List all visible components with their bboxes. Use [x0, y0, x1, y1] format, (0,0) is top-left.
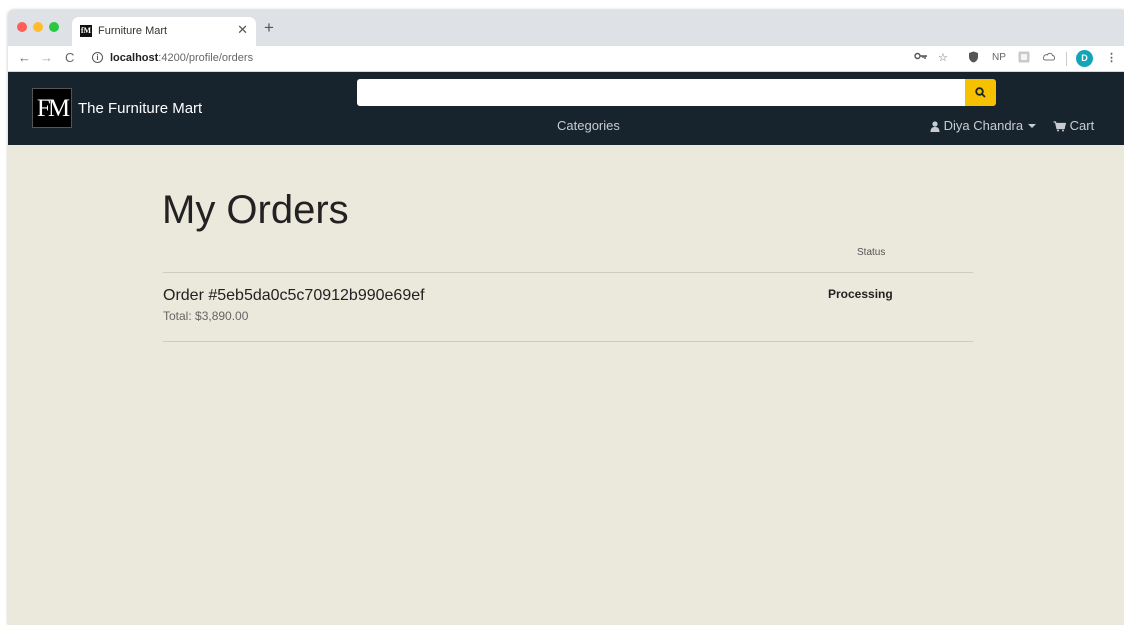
browser-window: fM Furniture Mart ✕ + ← → C i localhost:… [8, 10, 1124, 625]
user-icon [930, 121, 940, 132]
brand-logo[interactable]: FM [32, 88, 72, 128]
user-menu-dropdown[interactable]: Diya Chandra [930, 118, 1037, 133]
shield-extension-icon[interactable] [968, 51, 979, 67]
cart-link[interactable]: Cart [1053, 118, 1094, 133]
cloud-extension-icon[interactable] [1042, 51, 1056, 65]
search-input[interactable] [357, 79, 965, 106]
orders-page: My Orders Status Order #5eb5da0c5c70912b… [8, 145, 1124, 625]
tab-strip: fM Furniture Mart ✕ + [8, 10, 1124, 46]
key-icon[interactable] [914, 51, 928, 65]
search-icon [975, 87, 986, 98]
back-arrow-icon[interactable]: ← [18, 50, 31, 66]
order-total: Total: $3,890.00 [163, 309, 249, 323]
order-status: Processing [828, 287, 893, 301]
close-window-button[interactable] [17, 22, 27, 32]
categories-link[interactable]: Categories [557, 118, 620, 133]
close-tab-icon[interactable]: ✕ [237, 23, 248, 37]
maximize-window-button[interactable] [49, 22, 59, 32]
address-bar[interactable]: i localhost:4200/profile/orders [88, 49, 918, 69]
status-column-header: Status [857, 247, 886, 258]
kebab-menu-icon[interactable]: ⋮ [1106, 51, 1117, 65]
search-button[interactable] [965, 79, 996, 106]
user-name: Diya Chandra [943, 118, 1024, 133]
divider [163, 272, 973, 273]
star-icon[interactable]: ☆ [938, 51, 948, 65]
chevron-down-icon [1028, 124, 1037, 128]
browser-toolbar: ← → C i localhost:4200/profile/orders ☆ … [8, 46, 1124, 72]
cart-label: Cart [1069, 118, 1095, 133]
info-icon[interactable]: i [92, 52, 103, 63]
extension-square-icon[interactable] [1018, 51, 1030, 67]
brand-name[interactable]: The Furniture Mart [78, 100, 202, 117]
forward-arrow-icon[interactable]: → [40, 50, 53, 66]
minimize-window-button[interactable] [33, 22, 43, 32]
profile-avatar[interactable]: D [1076, 50, 1093, 67]
new-tab-button[interactable]: + [264, 19, 274, 37]
np-extension-icon[interactable]: NP [992, 51, 1006, 65]
site-navbar: FM The Furniture Mart Categories Diya Ch… [8, 72, 1124, 145]
url-text[interactable]: localhost:4200/profile/orders [110, 52, 253, 64]
toolbar-separator [1066, 52, 1067, 66]
tab-title: Furniture Mart [98, 25, 168, 37]
divider [163, 341, 973, 342]
cart-icon [1053, 121, 1067, 132]
browser-tab-active[interactable]: fM Furniture Mart ✕ [72, 17, 256, 46]
page-title: My Orders [162, 188, 349, 232]
reload-icon[interactable]: C [65, 50, 74, 66]
favicon-icon: fM [80, 25, 92, 37]
order-title[interactable]: Order #5eb5da0c5c70912b990e69ef [163, 287, 425, 305]
